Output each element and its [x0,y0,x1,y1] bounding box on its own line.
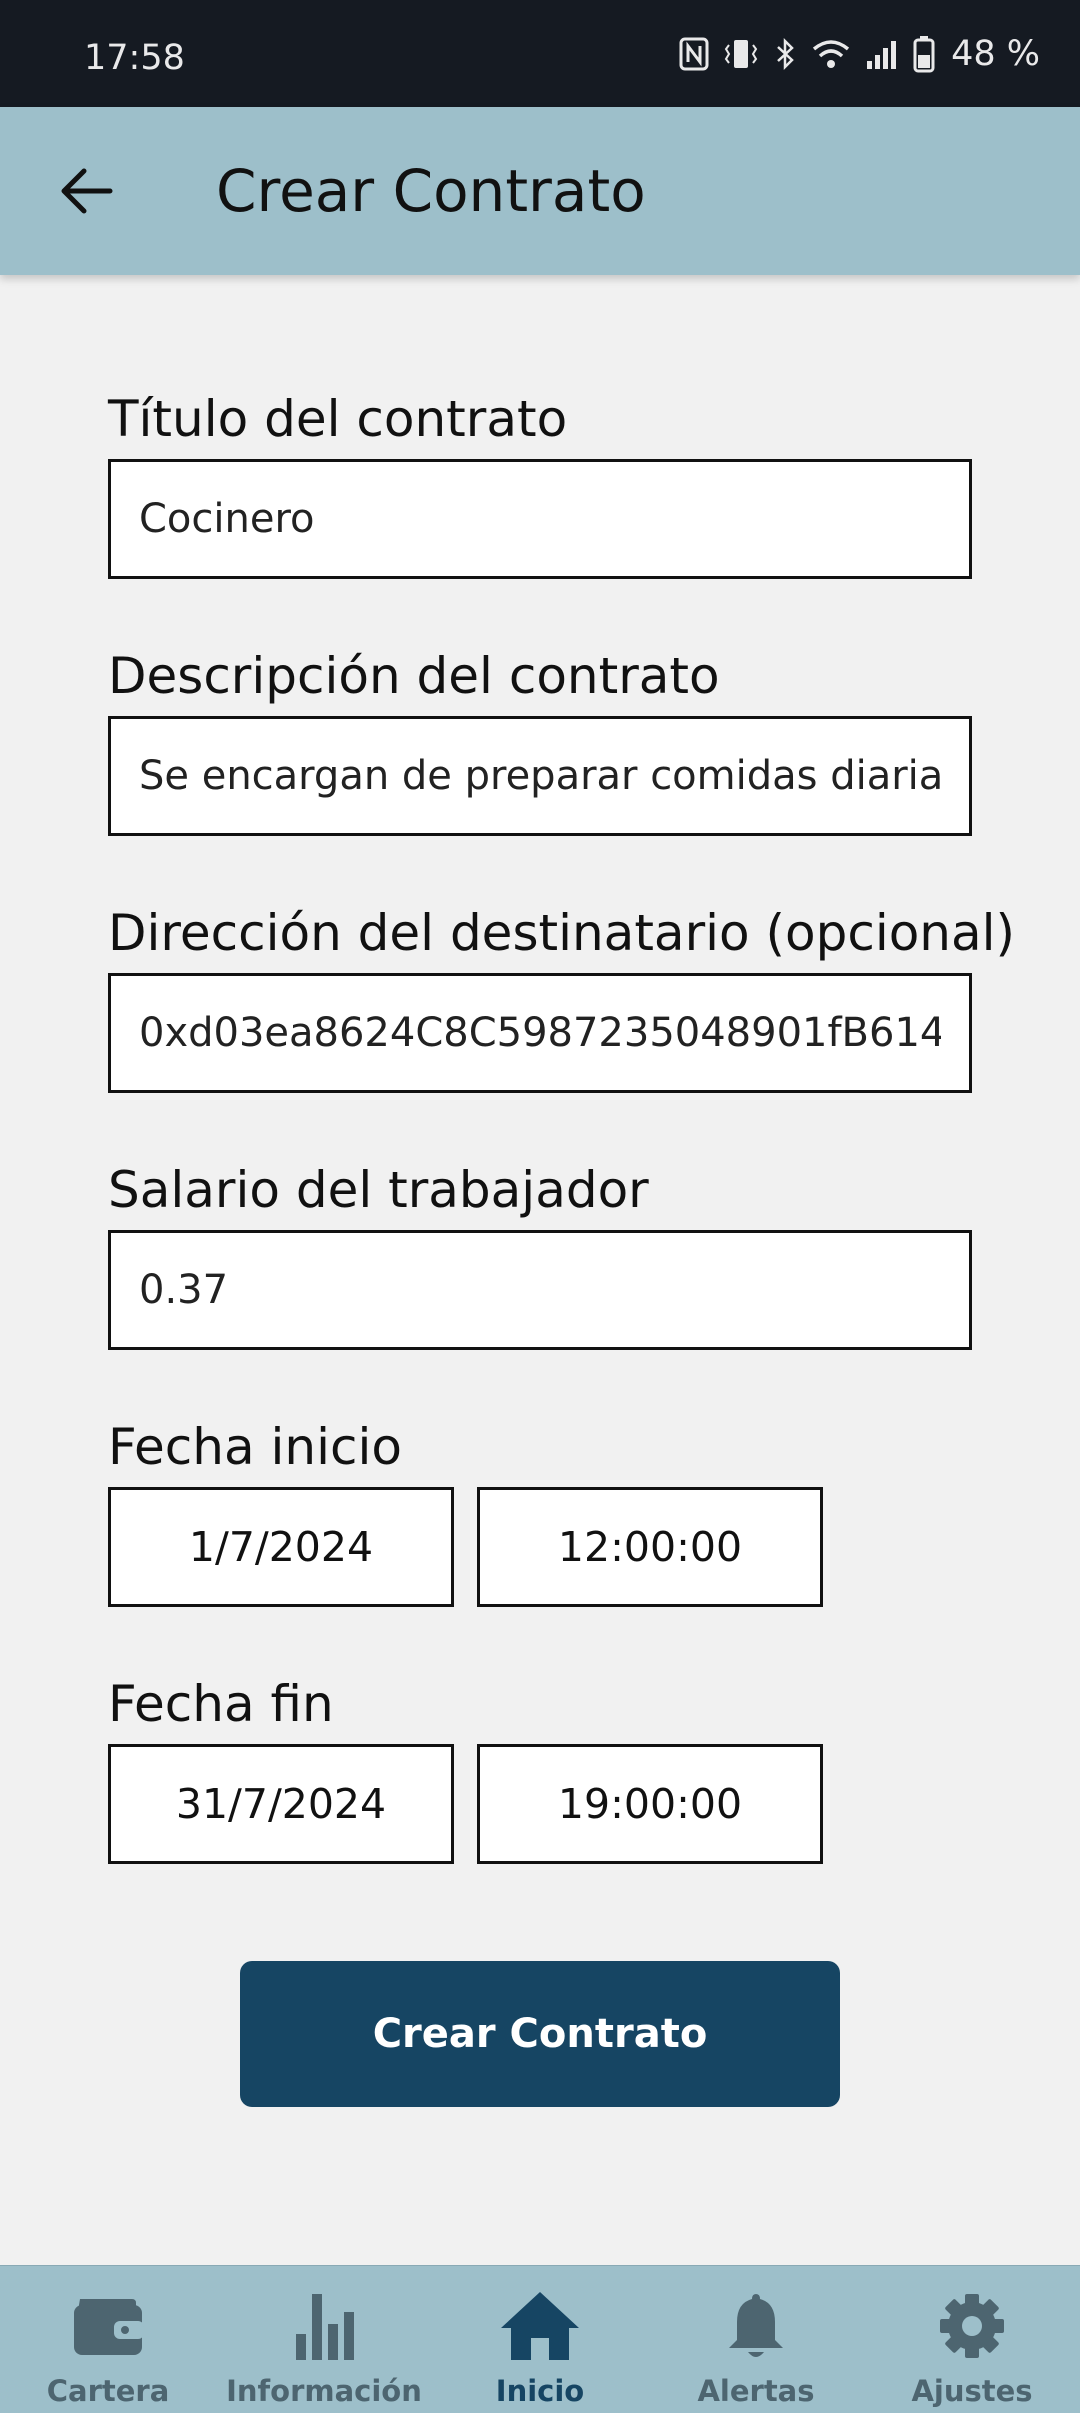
battery-percent: 48 % [951,34,1040,74]
nav-item-alertas[interactable]: Alertas [648,2266,864,2413]
salary-label: Salario del trabajador [108,1161,649,1219]
status-icons: 48 % [679,34,1040,74]
salary-input[interactable]: 0.37 [108,1230,972,1350]
bluetooth-icon [777,37,794,71]
nav-item-informacion[interactable]: Información [216,2266,432,2413]
arrow-left-icon [61,168,113,214]
address-input[interactable]: 0xd03ea8624C8C5987235048901fB614fD [108,973,972,1093]
back-button[interactable] [52,157,120,225]
title-label: Título del contrato [108,390,568,448]
nav-label: Alertas [697,2374,815,2408]
nav-item-ajustes[interactable]: Ajustes [864,2266,1080,2413]
start-date-picker[interactable]: 1/7/2024 [108,1487,454,1607]
start-label: Fecha inicio [108,1418,402,1476]
salary-input-value: 0.37 [139,1267,229,1313]
bottom-nav: Cartera Información Inicio Alertas Ajust… [0,2265,1080,2413]
status-time: 17:58 [84,38,185,78]
nav-label: Cartera [46,2374,170,2408]
end-time-picker[interactable]: 19:00:00 [477,1744,823,1864]
description-label: Descripción del contrato [108,647,720,705]
bell-icon [729,2294,783,2357]
create-contract-button[interactable]: Crear Contrato [240,1961,840,2107]
title-input-value: Cocinero [139,496,315,542]
signal-icon [867,41,897,69]
nav-label: Inicio [495,2374,585,2408]
wifi-icon [812,40,850,68]
home-icon [501,2292,579,2360]
end-date-picker[interactable]: 31/7/2024 [108,1744,454,1864]
app-bar: Crear Contrato [0,107,1080,275]
battery-icon [913,36,935,73]
nav-item-cartera[interactable]: Cartera [0,2266,216,2413]
gear-icon [940,2294,1004,2358]
nav-label: Ajustes [911,2374,1033,2408]
address-input-value: 0xd03ea8624C8C5987235048901fB614fD [139,1010,941,1056]
description-input[interactable]: Se encargan de preparar comidas diarias … [108,716,972,836]
nav-label: Información [226,2374,422,2408]
nfc-icon [679,37,709,71]
wallet-icon [74,2299,144,2355]
end-label: Fecha fin [108,1675,334,1733]
bar-chart-icon [296,2294,354,2360]
description-input-value: Se encargan de preparar comidas diarias … [139,753,941,799]
page-title: Crear Contrato [216,157,646,225]
address-label: Dirección del destinatario (opcional) [108,904,1016,962]
vibrate-icon [724,40,758,68]
nav-item-inicio[interactable]: Inicio [432,2266,648,2413]
title-input[interactable]: Cocinero [108,459,972,579]
start-time-picker[interactable]: 12:00:00 [477,1487,823,1607]
status-bar: 17:58 48 % [0,0,1080,107]
